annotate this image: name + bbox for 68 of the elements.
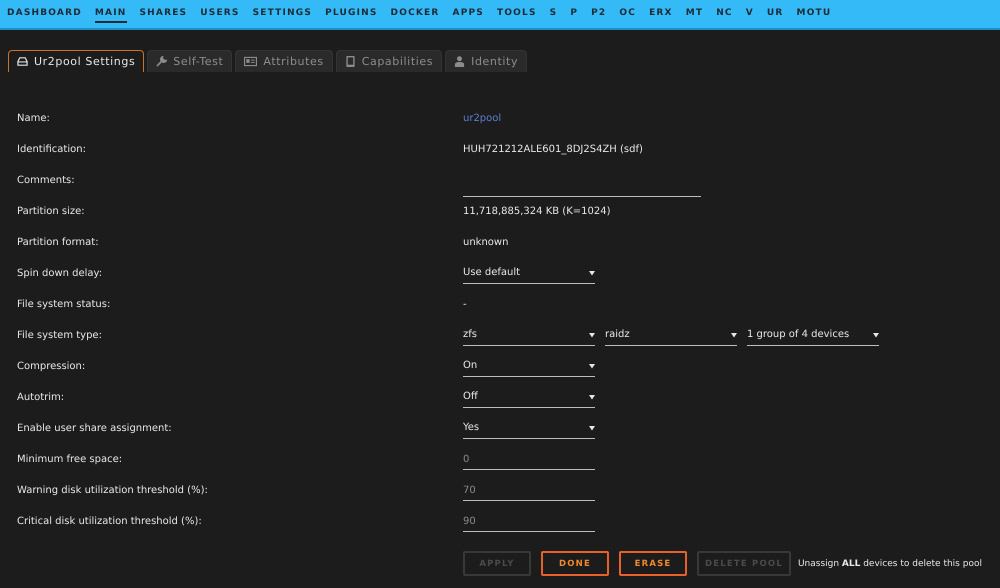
field-label: Spin down delay: — [17, 268, 104, 279]
field-value: 11,718,885,324 KB (K=1024) — [463, 206, 610, 217]
dropdown[interactable]: Yes — [463, 418, 595, 439]
field-label: File system status: — [17, 299, 112, 310]
drive-icon — [17, 56, 28, 67]
caret-icon — [589, 270, 595, 276]
nav-link[interactable]: SHARES — [140, 5, 188, 23]
field-value: unknown — [463, 237, 508, 248]
dropdown[interactable]: Off — [463, 387, 595, 408]
field-value: HUH721212ALE601_8DJ2S4ZH (sdf) — [463, 144, 643, 155]
input-field[interactable]: 0 — [463, 450, 595, 470]
caret-icon — [589, 424, 595, 430]
nav-link[interactable]: USERS — [200, 5, 240, 23]
field-label: Critical disk utilization threshold (%): — [17, 516, 203, 527]
tablet-icon — [344, 56, 356, 67]
dropdown[interactable]: On — [463, 356, 595, 377]
field-label: Enable user share assignment: — [17, 423, 173, 434]
user-icon — [454, 56, 466, 67]
field-value: - — [463, 299, 467, 310]
field-label: Autotrim: — [17, 392, 66, 403]
dropdown[interactable]: Use default — [463, 263, 595, 284]
field-label: Partition size: — [17, 206, 86, 217]
nav-link[interactable]: P2 — [591, 5, 606, 23]
nav-link[interactable]: TOOLS — [496, 5, 537, 23]
tab[interactable]: Identity — [445, 50, 528, 72]
caret-icon — [589, 362, 595, 368]
nav-link[interactable]: S — [550, 5, 558, 23]
nav-link[interactable]: APPS — [452, 5, 484, 23]
delete-hint: Unassign ALL devices to delete this pool — [798, 558, 982, 568]
field-label: Warning disk utilization threshold (%): — [17, 485, 209, 496]
nav-link[interactable]: P — [570, 5, 578, 23]
dropdown[interactable]: zfs — [463, 325, 595, 346]
nav-link[interactable]: MT — [686, 5, 704, 23]
name-link[interactable]: ur2pool — [463, 113, 502, 124]
field-label: Partition format: — [17, 237, 100, 248]
nav-link[interactable]: DOCKER — [390, 5, 440, 23]
nav-link[interactable]: NC — [716, 5, 733, 23]
field-label: Compression: — [17, 361, 86, 372]
caret-icon — [873, 332, 879, 338]
wrench-icon — [156, 56, 168, 67]
input-field[interactable]: 70 — [463, 480, 595, 500]
action-button[interactable]: DONE — [541, 551, 609, 576]
nav-link[interactable]: UR — [766, 5, 784, 23]
field-label: Minimum free space: — [17, 454, 124, 465]
id-card-icon — [244, 56, 258, 67]
tab[interactable]: Attributes — [235, 50, 333, 72]
nav-link[interactable]: V — [746, 5, 754, 23]
field-label: Identification: — [17, 144, 87, 155]
caret-icon — [589, 394, 595, 400]
dropdown[interactable]: 1 group of 4 devices — [747, 325, 879, 346]
tab[interactable]: Self-Test — [147, 50, 232, 72]
field-label: File system type: — [17, 330, 103, 341]
caret-icon — [731, 332, 737, 338]
caret-icon — [589, 332, 595, 338]
tab[interactable]: Ur2pool Settings — [8, 50, 144, 72]
input-field[interactable]: 90 — [463, 512, 595, 532]
nav-link[interactable]: MAIN — [94, 5, 126, 23]
nav-link[interactable]: DASHBOARD — [7, 5, 82, 23]
field-label: Name: — [17, 113, 51, 124]
nav-link[interactable]: SETTINGS — [252, 5, 312, 23]
dropdown[interactable]: raidz — [605, 325, 737, 346]
action-button[interactable]: ERASE — [619, 551, 687, 576]
nav-link[interactable]: ERX — [649, 5, 673, 23]
nav-link[interactable]: OC — [619, 5, 636, 23]
field-label: Comments: — [17, 175, 76, 186]
tab[interactable]: Capabilities — [336, 50, 442, 72]
nav-link[interactable]: PLUGINS — [325, 5, 378, 23]
nav-link[interactable]: MOTU — [796, 5, 832, 23]
